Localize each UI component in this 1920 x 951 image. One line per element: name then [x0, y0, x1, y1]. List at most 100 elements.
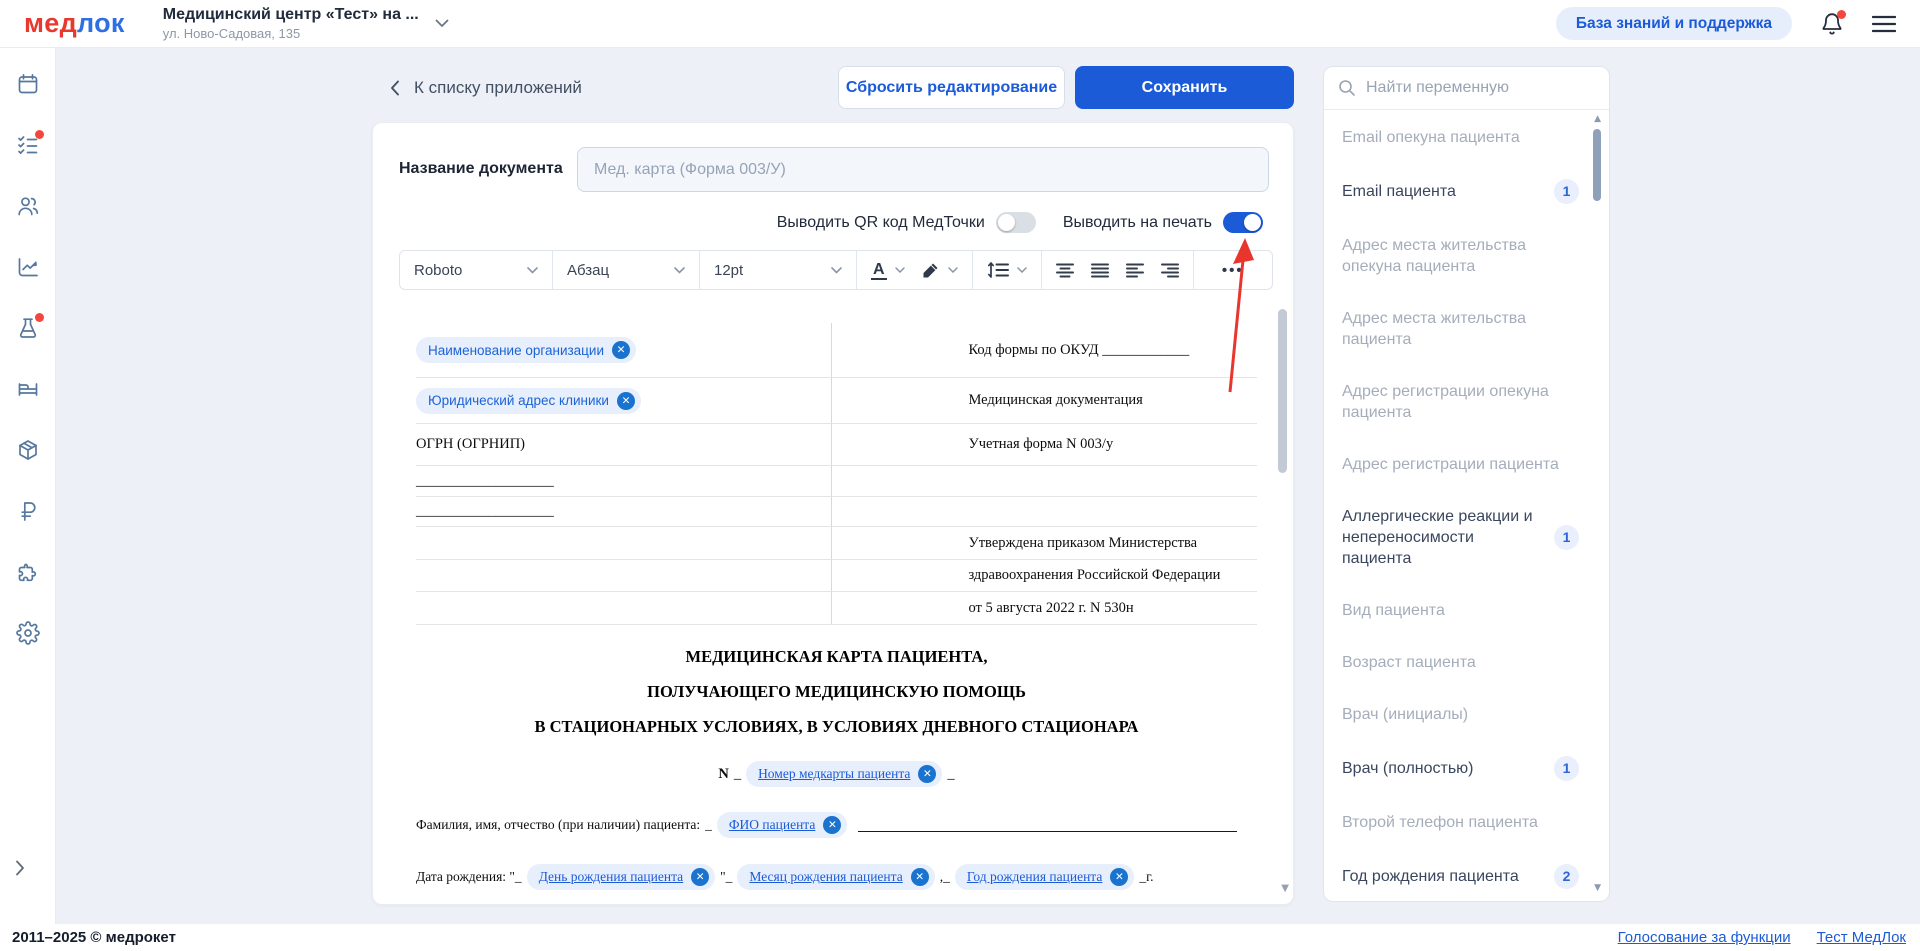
variable-item[interactable]: Аллергические реакции и непереносимости … [1342, 506, 1579, 569]
sidebar-item-analytics[interactable] [16, 255, 40, 279]
paragraph-style-select[interactable]: Абзац [553, 251, 700, 289]
close-icon[interactable]: ✕ [918, 765, 936, 783]
qr-toggle-group[interactable]: Выводить QR код МедТочки [777, 212, 1036, 233]
more-dots-icon: ••• [1222, 262, 1244, 279]
document-title-line: ПОЛУЧАЮЩЕГО МЕДИЦИНСКУЮ ПОМОЩЬ [416, 674, 1257, 709]
close-icon[interactable]: ✕ [823, 816, 841, 834]
vote-for-features-link[interactable]: Голосование за функции [1618, 929, 1791, 946]
variable-chip-card-number[interactable]: Номер медкарты пациента✕ [746, 761, 942, 787]
table-row: Юридический адрес клиники✕ Медицинская д… [416, 378, 1257, 424]
hamburger-menu-icon [1872, 15, 1896, 33]
test-medlock-link[interactable]: Тест МедЛок [1817, 929, 1906, 946]
document-canvas[interactable]: Наименование организации✕ Код формы по О… [373, 290, 1293, 903]
birth-date-line: Дата рождения: "_ День рождения пациента… [416, 864, 1257, 890]
toolbar-more-button[interactable]: ••• [1194, 251, 1272, 289]
align-justify-button[interactable] [1091, 263, 1109, 278]
panel-scroll-down-arrow[interactable]: ▼ [1594, 883, 1601, 893]
sidebar-item-patients[interactable] [16, 194, 40, 218]
variable-item[interactable]: Год рождения пациента2 [1342, 864, 1579, 889]
line-height-icon [987, 261, 1009, 279]
notifications-button[interactable] [1820, 12, 1844, 36]
main-menu-button[interactable] [1872, 15, 1896, 33]
usage-count-badge: 1 [1554, 179, 1579, 204]
document-scroll-down-arrow[interactable]: ▼ [1281, 883, 1289, 894]
document-name-input[interactable] [577, 147, 1269, 192]
qr-toggle-switch[interactable] [996, 212, 1036, 233]
sidebar-item-settings[interactable] [16, 621, 40, 645]
chevron-down-icon [1017, 267, 1027, 273]
variable-chip-fio[interactable]: ФИО пациента✕ [717, 812, 847, 838]
sidebar-item-ward[interactable] [16, 377, 40, 401]
document-name-label: Название документа [399, 160, 563, 178]
sidebar-item-calendar[interactable] [16, 72, 40, 96]
align-right-button[interactable] [1161, 263, 1179, 278]
font-color-button[interactable]: A [871, 261, 887, 280]
align-center-button[interactable] [1056, 263, 1074, 278]
variable-chip-birth-month[interactable]: Месяц рождения пациента✕ [737, 864, 934, 890]
sidebar-item-stock[interactable] [16, 438, 40, 462]
chevron-down-icon [527, 267, 538, 274]
sidebar-item-tasks[interactable] [16, 133, 40, 157]
variable-item[interactable]: Адрес места жительства опекуна пациента [1342, 235, 1579, 277]
qr-toggle-knob [998, 214, 1015, 231]
gear-icon [16, 621, 40, 645]
variable-search-input[interactable] [1366, 79, 1595, 97]
reset-editing-button[interactable]: Сбросить редактирование [838, 66, 1065, 109]
align-left-button[interactable] [1126, 263, 1144, 278]
font-size-select[interactable]: 12pt [700, 251, 857, 289]
chevron-down-icon [435, 19, 449, 28]
variable-chip-birth-day[interactable]: День рождения пациента✕ [527, 864, 715, 890]
variable-item[interactable]: Email пациента1 [1342, 179, 1579, 204]
table-row: здравоохранения Российской Федерации [416, 560, 1257, 592]
variable-item[interactable]: Email опекуна пациента [1342, 127, 1579, 148]
clinic-address: ул. Ново-Садовая, 135 [163, 26, 419, 41]
font-size-value: 12pt [714, 262, 743, 279]
sidebar-item-payments[interactable] [16, 499, 40, 523]
font-family-select[interactable]: Roboto [400, 251, 553, 289]
save-button[interactable]: Сохранить [1075, 66, 1294, 109]
variable-chip-organization[interactable]: Наименование организации✕ [416, 337, 636, 363]
variable-item[interactable]: Врач (полностью)1 [1342, 756, 1579, 781]
variable-item[interactable]: Адрес места жительства пациента [1342, 308, 1579, 350]
qr-toggle-label: Выводить QR код МедТочки [777, 214, 985, 232]
close-icon[interactable]: ✕ [691, 868, 709, 886]
notification-badge [1837, 10, 1846, 19]
table-row: от 5 августа 2022 г. N 530н [416, 592, 1257, 625]
line-height-button[interactable] [973, 251, 1042, 289]
print-toggle-group[interactable]: Выводить на печать [1063, 212, 1263, 233]
package-box-icon [16, 438, 40, 462]
highlight-marker-button[interactable] [921, 261, 940, 280]
variable-item[interactable]: Врач (инициалы) [1342, 704, 1579, 725]
print-toggle-knob [1244, 214, 1261, 231]
chevron-down-icon[interactable] [895, 267, 905, 273]
variable-chip-legal-address[interactable]: Юридический адрес клиники✕ [416, 388, 641, 414]
clinic-switcher[interactable]: Медицинский центр «Тест» на ... ул. Ново… [163, 6, 449, 41]
chevron-down-icon [831, 267, 842, 274]
chevron-down-icon[interactable] [948, 267, 958, 273]
variable-item[interactable]: Возраст пациента [1342, 652, 1579, 673]
panel-scrollbar-thumb[interactable] [1593, 129, 1601, 201]
variable-chip-birth-year[interactable]: Год рождения пациента✕ [955, 864, 1135, 890]
sidebar-expand-button[interactable] [15, 860, 25, 876]
close-icon[interactable]: ✕ [612, 341, 630, 359]
variable-item[interactable]: Вид пациента [1342, 600, 1579, 621]
usage-count-badge: 1 [1554, 756, 1579, 781]
print-toggle-switch[interactable] [1223, 212, 1263, 233]
close-icon[interactable]: ✕ [911, 868, 929, 886]
ruble-icon [16, 499, 40, 523]
footer: 2011–2025 © медрокет Голосование за функ… [0, 924, 1920, 951]
variable-item[interactable]: Адрес регистрации пациента [1342, 454, 1579, 475]
panel-scroll-up-arrow[interactable]: ▲ [1594, 114, 1601, 124]
variable-item[interactable]: Второй телефон пациента [1342, 812, 1579, 833]
back-to-list-link[interactable]: К списку приложений [390, 74, 582, 102]
calendar-icon [16, 72, 40, 96]
analytics-icon [16, 255, 40, 279]
close-icon[interactable]: ✕ [617, 392, 635, 410]
sidebar-item-lab[interactable] [16, 316, 40, 340]
document-scrollbar-thumb[interactable] [1278, 309, 1287, 473]
variable-item[interactable]: Адрес регистрации опекуна пациента [1342, 381, 1579, 423]
knowledge-base-button[interactable]: База знаний и поддержка [1556, 7, 1792, 40]
sidebar-item-integrations[interactable] [16, 560, 40, 584]
close-icon[interactable]: ✕ [1110, 868, 1128, 886]
clinic-name: Медицинский центр «Тест» на ... [163, 6, 419, 24]
